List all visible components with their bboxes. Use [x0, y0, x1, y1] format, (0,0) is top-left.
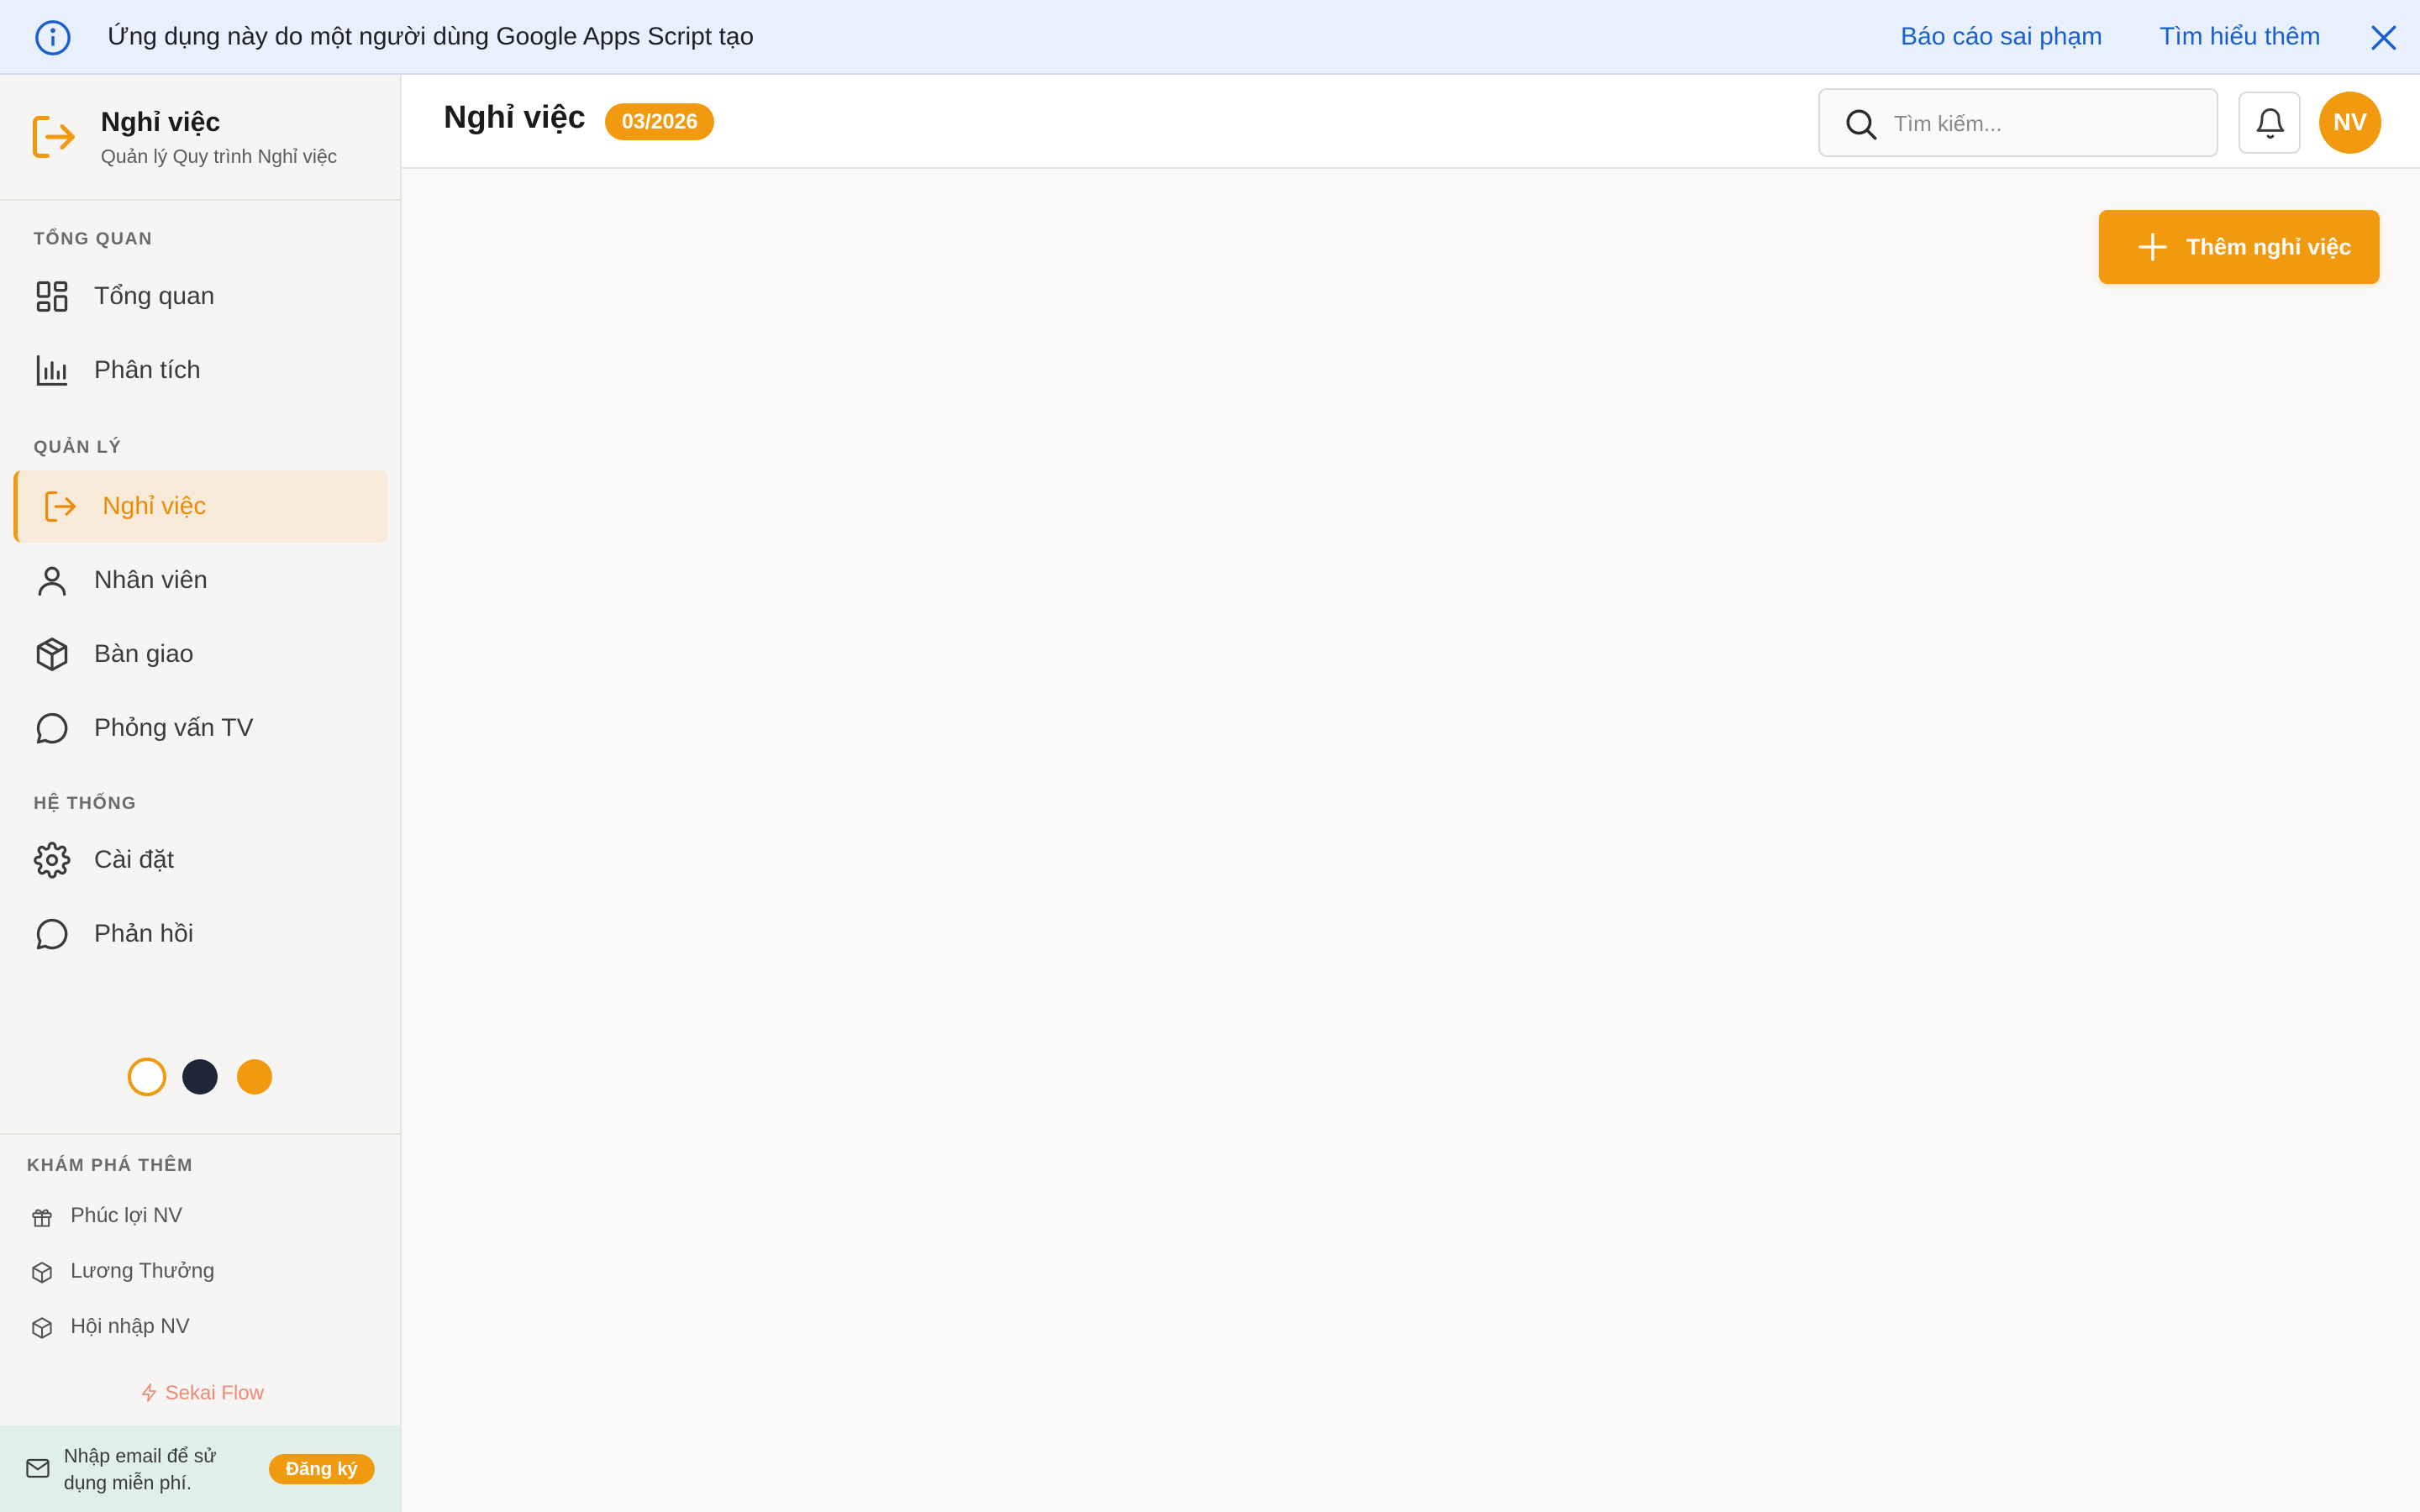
sidebar-item-label: Cài đặt — [94, 846, 175, 874]
powered-by-label: Sekai Flow — [165, 1382, 265, 1404]
signup-panel: Nhập email để sử dụng miễn phí. Đăng ký — [0, 1425, 400, 1512]
sidebar-item-label: Nghỉ việc — [103, 492, 207, 520]
sidebar-item-label: Nhân viên — [94, 566, 208, 594]
powered-by-link[interactable]: Sekai Flow — [139, 1382, 264, 1405]
sidebar-item-label: Phản hồi — [94, 920, 194, 948]
sidebar-item-label: Phân tích — [94, 356, 201, 384]
learn-more-link[interactable]: Tìm hiểu thêm — [2160, 20, 2321, 54]
theme-dark-dot[interactable] — [182, 1059, 218, 1095]
brand-subtitle: Quản lý Quy trình Nghỉ việc — [101, 145, 338, 167]
theme-light-dot[interactable] — [128, 1058, 166, 1096]
signup-text: Nhập email để sử dụng miễn phí. — [64, 1445, 217, 1494]
logout-icon — [33, 116, 75, 158]
gift-icon — [32, 1209, 52, 1227]
explore-item-label: Lương Thưởng — [71, 1259, 215, 1283]
info-icon — [35, 20, 71, 55]
search-box[interactable] — [1818, 88, 2218, 157]
sidebar-item-exit-interview[interactable]: Phỏng vấn TV — [13, 692, 388, 764]
add-resignation-button[interactable]: Thêm nghỉ việc — [2099, 210, 2380, 284]
section-label-explore: KHÁM PHÁ THÊM — [27, 1156, 193, 1175]
top-header: Nghỉ việc 03/2026 NV — [402, 75, 2420, 169]
sidebar-item-analytics[interactable]: Phân tích — [13, 334, 388, 407]
section-label-management: QUẢN LÝ — [34, 438, 122, 457]
explore-divider — [0, 1133, 400, 1135]
sidebar-item-resignation[interactable]: Nghỉ việc — [13, 470, 388, 543]
brand-title: Nghỉ việc — [101, 107, 221, 137]
explore-item-label: Phúc lợi NV — [71, 1204, 183, 1227]
sidebar-item-employees[interactable]: Nhân viên — [13, 544, 388, 617]
lightning-icon — [142, 1383, 156, 1402]
dashboard-icon — [36, 281, 68, 312]
close-icon[interactable] — [2368, 22, 2400, 54]
gear-icon — [34, 842, 71, 879]
avatar[interactable]: NV — [2319, 92, 2381, 154]
explore-item-label: Hội nhập NV — [71, 1315, 190, 1338]
banner-message: Ứng dụng này do một người dùng Google Ap… — [108, 23, 755, 50]
add-resignation-label: Thêm nghỉ việc — [2186, 234, 2352, 260]
page-title: Nghỉ việc — [444, 100, 586, 135]
report-abuse-link[interactable]: Báo cáo sai phạm — [1901, 20, 2102, 54]
info-banner: Ứng dụng này do một người dùng Google Ap… — [0, 0, 2420, 75]
plus-icon — [2139, 233, 2167, 261]
notifications-button[interactable] — [2238, 92, 2301, 154]
sidebar-item-settings[interactable]: Cài đặt — [13, 824, 388, 896]
search-input[interactable] — [1894, 103, 2205, 144]
chat-bubble-icon — [36, 918, 68, 950]
package-icon — [36, 638, 68, 671]
sidebar-item-feedback[interactable]: Phản hồi — [13, 898, 388, 970]
logout-icon — [45, 491, 76, 522]
theme-orange-dot[interactable] — [237, 1059, 272, 1095]
sidebar-item-handover[interactable]: Bàn giao — [13, 618, 388, 690]
sidebar-item-label: Tổng quan — [94, 282, 215, 310]
search-icon — [1846, 109, 1877, 140]
mail-icon — [26, 1458, 50, 1478]
sidebar: Nghỉ việc Quản lý Quy trình Nghỉ việc TỔ… — [0, 75, 402, 1512]
brand: Nghỉ việc Quản lý Quy trình Nghỉ việc — [0, 75, 400, 201]
sidebar-item-label: Phỏng vấn TV — [94, 714, 254, 742]
user-icon — [38, 566, 66, 596]
cube-icon — [32, 1317, 52, 1339]
sidebar-item-label: Bàn giao — [94, 640, 194, 668]
chat-bubble-icon — [36, 712, 68, 744]
period-badge: 03/2026 — [605, 103, 715, 140]
sidebar-item-dashboard[interactable]: Tổng quan — [13, 260, 388, 333]
bar-chart-icon — [36, 354, 68, 386]
section-label-system: HỆ THỐNG — [34, 794, 137, 813]
section-label-overview: TỔNG QUAN — [34, 229, 153, 249]
signup-button[interactable]: Đăng ký — [269, 1454, 375, 1484]
bell-icon — [2256, 108, 2285, 139]
cube-icon — [32, 1262, 52, 1284]
